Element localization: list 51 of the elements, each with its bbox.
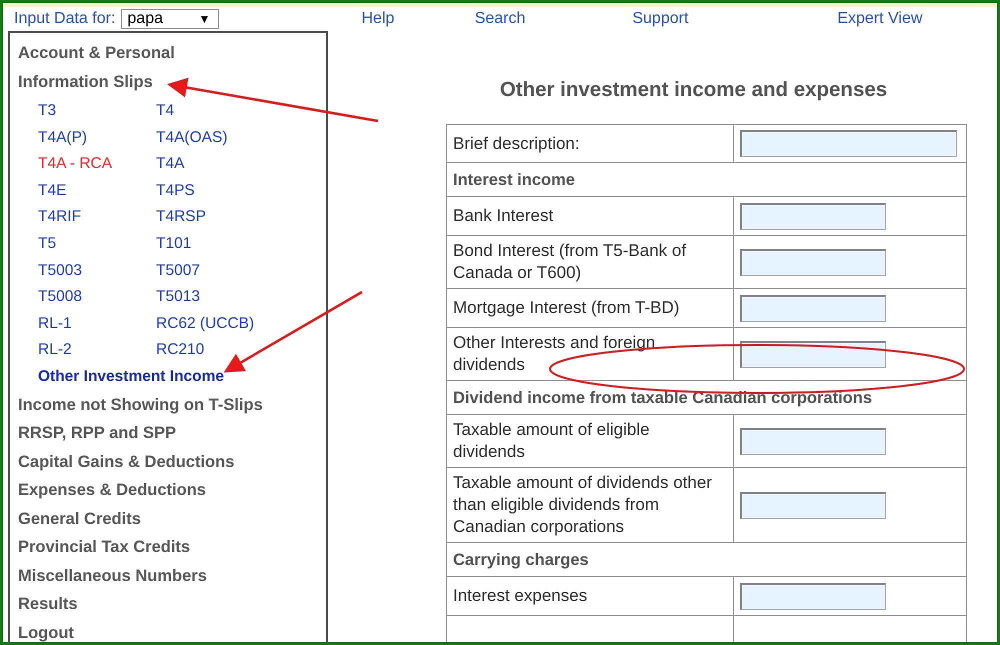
field-label: Bond Interest (from T5-Bank of Canada or T600) xyxy=(446,236,734,288)
slip-link[interactable]: T5013 xyxy=(156,284,306,311)
nav-link[interactable]: Help xyxy=(219,10,394,28)
nav-link[interactable]: Support xyxy=(525,10,688,28)
slip-link[interactable]: T4E xyxy=(38,178,156,204)
sidebar-section[interactable]: Account & Personal xyxy=(18,39,326,68)
sidebar-section[interactable]: Capital Gains & Deductions xyxy=(18,448,326,476)
field-label: Bank Interest xyxy=(446,196,734,236)
slip-link[interactable]: T4A(OAS) xyxy=(156,124,306,152)
section-heading: Interest income xyxy=(446,162,966,196)
section-heading: Carrying charges xyxy=(446,542,966,576)
slip-link[interactable]: T4A(P) xyxy=(38,124,156,152)
caret-icon: ▼ xyxy=(198,12,210,26)
nav-link[interactable]: Search xyxy=(394,10,526,28)
nav-link[interactable]: Expert View xyxy=(688,10,922,28)
field-label: Taxable amount of eligible dividends xyxy=(446,414,734,468)
slip-link[interactable]: T5008 xyxy=(38,284,156,311)
field-label: Brief description: xyxy=(446,124,734,162)
field-label: Mortgage Interest (from T-BD) xyxy=(446,288,734,328)
field-label: Interest expenses xyxy=(446,576,734,616)
slip-link[interactable]: T4A xyxy=(156,151,306,178)
slip-link[interactable]: T4PS xyxy=(156,178,306,204)
sidebar-section[interactable]: Provincial Tax Credits xyxy=(18,533,326,562)
sidebar-section[interactable]: RRSP, RPP and SPP xyxy=(18,419,326,448)
slip-link[interactable]: T3 xyxy=(38,98,156,125)
slip-link[interactable]: RL-2 xyxy=(38,337,156,364)
slip-link[interactable]: RC210 xyxy=(156,337,306,364)
slip-link[interactable]: RC62 (UCCB) xyxy=(156,310,306,338)
sidebar-section[interactable]: Logout xyxy=(18,618,326,642)
slip-link[interactable]: T4RSP xyxy=(156,204,306,231)
slip-link[interactable]: T101 xyxy=(156,230,306,258)
field-label: Other Interests and foreign dividends xyxy=(446,328,734,380)
sidebar-section[interactable]: General Credits xyxy=(18,504,326,534)
form-title: Other investment income and expenses xyxy=(500,78,888,102)
person-select[interactable]: papa ▼ xyxy=(121,9,220,29)
slip-link[interactable]: T4A - RCA xyxy=(38,151,156,178)
section-heading: Dividend income from taxable Canadian corporations xyxy=(446,380,966,414)
slip-link[interactable]: T4 xyxy=(156,98,306,125)
input-data-label: Input Data for: xyxy=(14,10,116,28)
slip-link[interactable]: T5007 xyxy=(156,258,306,284)
slip-link[interactable]: T4RIF xyxy=(38,204,156,231)
sidebar-section[interactable]: Miscellaneous Numbers xyxy=(18,562,326,590)
sidebar-section[interactable]: Income not Showing on T-Slips xyxy=(18,390,326,420)
slip-link[interactable]: T5 xyxy=(38,230,156,258)
slip-link[interactable]: Other Investment Income xyxy=(38,364,306,391)
sidebar-section[interactable]: Expenses & Deductions xyxy=(18,476,326,505)
sidebar-section[interactable]: Information Slips xyxy=(18,68,326,96)
slip-link[interactable]: RL-1 xyxy=(38,310,156,338)
slip-link[interactable]: T5003 xyxy=(38,258,156,284)
sidebar-section[interactable]: Results xyxy=(18,590,326,619)
field-label: Taxable amount of dividends other than eligible dividends from Canadian corporations xyxy=(446,468,734,542)
